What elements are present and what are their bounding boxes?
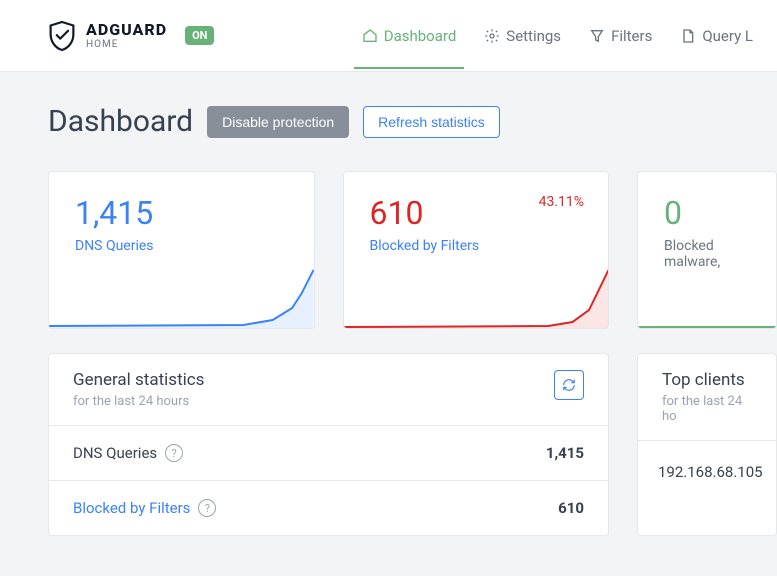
logo[interactable]: ADGUARD HOME ON <box>48 20 214 52</box>
main-nav: Dashboard Settings Filters Query L <box>362 3 753 69</box>
top-clients-panel: Top clients for the last 24 ho 192.168.6… <box>637 353 777 536</box>
stat-dns-value: 1,415 <box>546 444 584 462</box>
page-header: Dashboard Disable protection Refresh sta… <box>48 104 777 139</box>
clients-title: Top clients <box>662 370 752 390</box>
blocked-label: Blocked by Filters <box>370 238 583 254</box>
lower-panels: General statistics for the last 24 hours… <box>48 353 777 576</box>
nav-settings[interactable]: Settings <box>484 3 561 69</box>
dns-queries-label: DNS Queries <box>75 238 288 254</box>
help-icon[interactable]: ? <box>165 444 183 462</box>
nav-filters-label: Filters <box>611 27 652 45</box>
filter-icon <box>589 28 605 44</box>
disable-protection-button[interactable]: Disable protection <box>207 106 349 138</box>
card-blocked-malware[interactable]: 0 Blocked malware, <box>637 171 777 329</box>
gear-icon <box>484 28 500 44</box>
refresh-icon <box>562 378 576 392</box>
nav-settings-label: Settings <box>506 27 561 45</box>
general-sub: for the last 24 hours <box>73 394 204 409</box>
blocked-percent: 43.11% <box>539 194 584 210</box>
brand-sub: HOME <box>86 40 167 50</box>
status-badge: ON <box>185 26 214 45</box>
nav-querylog-label: Query L <box>702 27 753 45</box>
general-panel-head: General statistics for the last 24 hours <box>49 354 608 426</box>
sparkline-red <box>344 268 609 328</box>
stat-blocked-text: Blocked by Filters <box>73 499 190 517</box>
shield-icon <box>48 20 76 52</box>
nav-dashboard-label: Dashboard <box>384 27 457 45</box>
page-body: Dashboard Disable protection Refresh sta… <box>0 72 777 576</box>
stat-row-dns: DNS Queries ? 1,415 <box>49 426 608 481</box>
clients-sub: for the last 24 ho <box>662 394 752 424</box>
stat-dns-text: DNS Queries <box>73 444 157 462</box>
stat-cards: 1,415 DNS Queries 43.11% 610 Blocked by … <box>48 171 777 329</box>
general-statistics-panel: General statistics for the last 24 hours… <box>48 353 609 536</box>
page-title: Dashboard <box>48 104 193 139</box>
document-icon <box>680 28 696 44</box>
help-icon[interactable]: ? <box>198 499 216 517</box>
app-header: ADGUARD HOME ON Dashboard Settings Filte… <box>0 0 777 72</box>
clients-panel-head: Top clients for the last 24 ho <box>638 354 776 441</box>
malware-label: Blocked malware, <box>664 238 750 270</box>
card-dns-queries[interactable]: 1,415 DNS Queries <box>48 171 315 329</box>
stat-blocked-value: 610 <box>558 499 584 517</box>
nav-dashboard[interactable]: Dashboard <box>362 3 457 69</box>
stat-row-dns-label: DNS Queries ? <box>73 444 183 462</box>
refresh-statistics-button[interactable]: Refresh statistics <box>363 106 500 138</box>
nav-querylog[interactable]: Query L <box>680 3 753 69</box>
sparkline-green <box>638 268 776 328</box>
brand-title: ADGUARD <box>86 22 167 38</box>
dns-queries-value: 1,415 <box>75 194 288 232</box>
malware-value: 0 <box>664 194 750 232</box>
stat-row-blocked: Blocked by Filters ? 610 <box>49 481 608 535</box>
stat-row-blocked-label[interactable]: Blocked by Filters ? <box>73 499 216 517</box>
home-icon <box>362 28 378 44</box>
general-title: General statistics <box>73 370 204 390</box>
client-row[interactable]: 192.168.68.105 <box>638 441 776 503</box>
card-blocked-filters[interactable]: 43.11% 610 Blocked by Filters <box>343 171 610 329</box>
nav-filters[interactable]: Filters <box>589 3 652 69</box>
refresh-panel-button[interactable] <box>554 370 584 400</box>
sparkline-blue <box>49 268 314 328</box>
